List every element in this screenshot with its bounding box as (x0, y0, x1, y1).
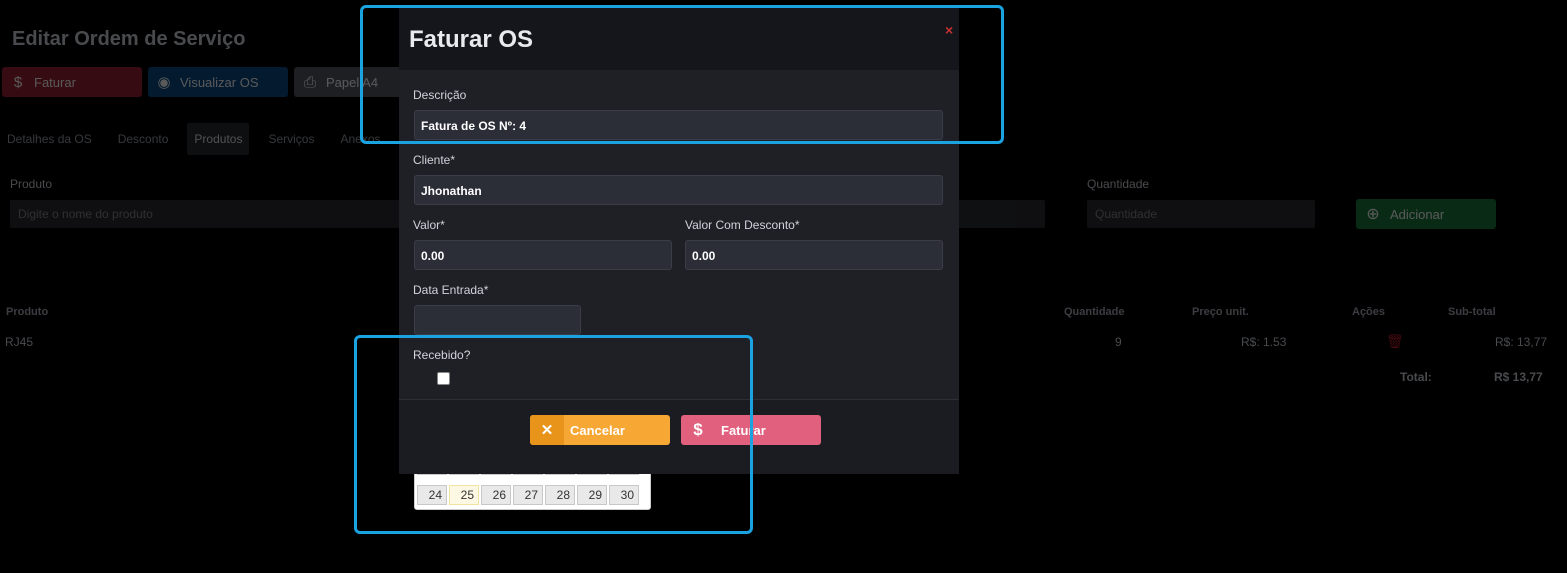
th-preco: Preço unit. (1192, 306, 1249, 318)
plus-circle-icon: ⊕ (1366, 206, 1380, 223)
cell-subtotal: R$: 13,77 (1495, 335, 1548, 349)
visualizar-os-button[interactable]: ◉ Visualizar OS (148, 67, 288, 97)
page-title: Editar Ordem de Serviço (12, 28, 246, 50)
th-subtotal: Sub-total (1448, 306, 1496, 318)
trash-icon[interactable]: 🗑 (1386, 333, 1404, 350)
visualizar-label: Visualizar OS (180, 74, 259, 90)
tab-desconto[interactable]: Desconto (111, 123, 176, 155)
cliente-input[interactable]: Jhonathan (414, 175, 943, 205)
valor-desconto-label: Valor Com Desconto* (685, 218, 800, 232)
adicionar-label: Adicionar (1390, 206, 1445, 222)
total-label: Total: (1400, 370, 1432, 384)
highlight-box-recebido (354, 335, 753, 534)
printer-icon: ⎙ (303, 73, 316, 91)
tab-produtos[interactable]: Produtos (187, 123, 250, 155)
th-acoes: Ações (1352, 306, 1386, 318)
produto-label: Produto (10, 177, 53, 191)
cliente-label: Cliente* (413, 153, 456, 167)
cell-preco: R$: 1.53 (1241, 335, 1287, 349)
total-value: R$ 13,77 (1494, 370, 1543, 384)
tabs: Detalhes da OS Desconto Produtos Serviço… (0, 123, 400, 155)
faturar-button[interactable]: $ Faturar (2, 67, 142, 97)
tab-servicos[interactable]: Serviços (261, 123, 321, 155)
adicionar-button[interactable]: ⊕ Adicionar (1356, 199, 1496, 229)
th-produto: Produto (6, 306, 49, 318)
dollar-icon: $ (13, 73, 23, 91)
valor-input[interactable]: 0.00 (414, 240, 672, 270)
highlight-box-header (360, 5, 1004, 144)
eye-icon: ◉ (157, 74, 171, 91)
faturar-label: Faturar (34, 74, 76, 90)
cell-quantidade: 9 (1115, 335, 1122, 349)
th-quantidade: Quantidade (1064, 306, 1125, 318)
data-entrada-label: Data Entrada* (413, 283, 489, 297)
tab-detalhes[interactable]: Detalhes da OS (0, 123, 99, 155)
data-entrada-input[interactable] (414, 305, 581, 335)
valor-desconto-input[interactable]: 0.00 (685, 240, 943, 270)
cell-produto: RJ45 (5, 335, 34, 349)
quantidade-input[interactable]: Quantidade (1087, 200, 1315, 228)
valor-label: Valor* (413, 218, 445, 232)
quantidade-label: Quantidade (1087, 177, 1150, 191)
